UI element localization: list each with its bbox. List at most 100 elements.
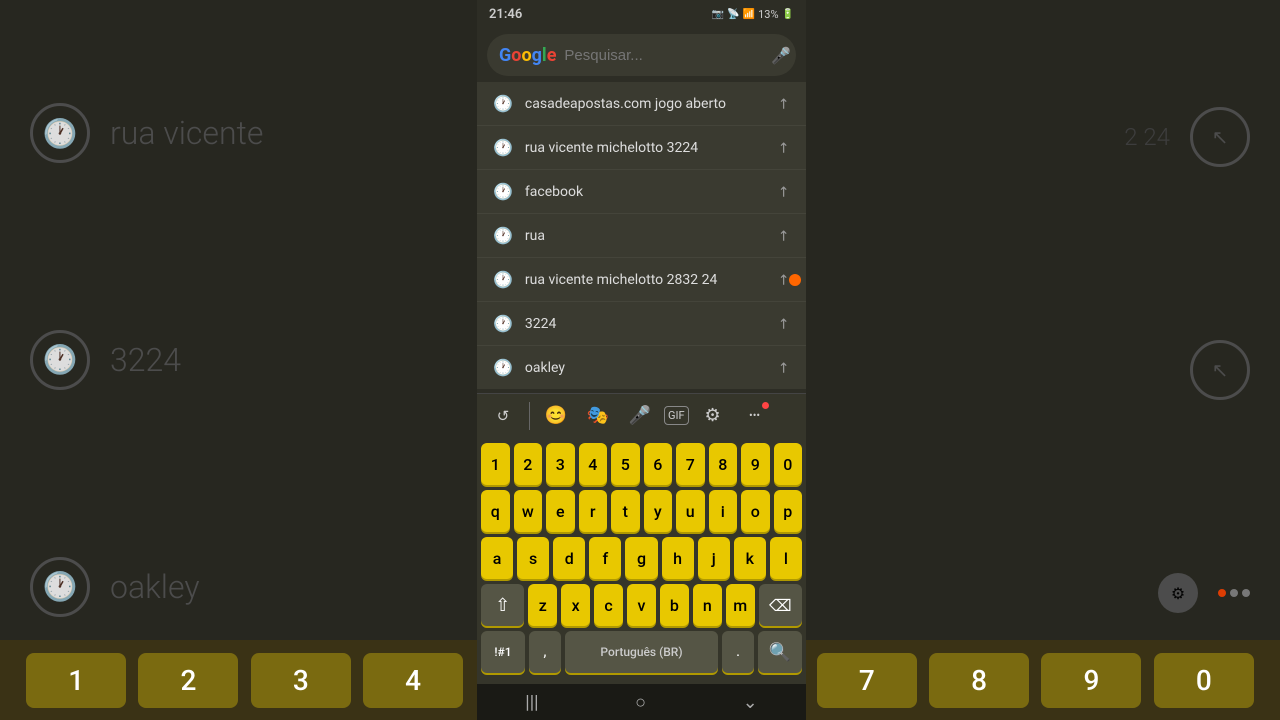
- suggestion-wrapper-5: 🕐 rua vicente michelotto 2832 24 ↗: [477, 258, 806, 302]
- key-n[interactable]: n: [693, 584, 722, 626]
- key-c[interactable]: c: [594, 584, 623, 626]
- key-z[interactable]: z: [528, 584, 557, 626]
- clock-icon-6: 🕐: [493, 314, 513, 333]
- bg-clock-icon-1: 🕐: [30, 103, 90, 163]
- battery-icon: 🔋: [782, 9, 794, 20]
- key-t[interactable]: t: [611, 490, 640, 532]
- key-s[interactable]: s: [517, 537, 549, 579]
- keyboard: 1 2 3 4 5 6 7 8 9 0 q w e r t y u i o p …: [477, 437, 806, 684]
- search-input[interactable]: [564, 47, 763, 64]
- gif-btn[interactable]: GIF: [664, 406, 689, 425]
- suggestion-text-6: 3224: [525, 316, 766, 332]
- toolbar-mic-btn[interactable]: 🎤: [622, 398, 658, 434]
- key-g[interactable]: g: [625, 537, 657, 579]
- keyboard-toolbar: ↺ 😊 🎭 🎤 GIF ⚙ •••: [477, 393, 806, 437]
- clock-icon-2: 🕐: [493, 138, 513, 157]
- key-5[interactable]: 5: [611, 443, 640, 485]
- more-btn[interactable]: •••: [737, 398, 773, 434]
- key-x[interactable]: x: [561, 584, 590, 626]
- bg-key-2: 2: [138, 653, 238, 708]
- suggestion-item-2[interactable]: 🕐 rua vicente michelotto 3224 ↗: [477, 126, 806, 170]
- shift-key[interactable]: ⇧: [481, 584, 524, 626]
- key-6[interactable]: 6: [644, 443, 673, 485]
- key-9[interactable]: 9: [741, 443, 770, 485]
- clock-icon-5: 🕐: [493, 270, 513, 289]
- key-j[interactable]: j: [698, 537, 730, 579]
- mic-icon[interactable]: 🎤: [771, 46, 791, 65]
- nav-back[interactable]: ⌄: [743, 692, 758, 713]
- key-h[interactable]: h: [662, 537, 694, 579]
- key-i[interactable]: i: [709, 490, 738, 532]
- bg-clock-icon-3: 🕐: [30, 557, 90, 617]
- bg-key-4: 4: [363, 653, 463, 708]
- toolbar-divider: [529, 402, 530, 430]
- clock-icon-1: 🕐: [493, 94, 513, 113]
- key-m[interactable]: m: [726, 584, 755, 626]
- search-key[interactable]: 🔍: [758, 631, 802, 673]
- nav-bars[interactable]: |||: [525, 692, 538, 713]
- bg-gear-icon: ⚙: [1158, 573, 1198, 613]
- key-4[interactable]: 4: [579, 443, 608, 485]
- key-f[interactable]: f: [589, 537, 621, 579]
- key-a[interactable]: a: [481, 537, 513, 579]
- bg-text-1: rua vicente: [110, 114, 263, 152]
- suggestion-text-5: rua vicente michelotto 2832 24: [525, 272, 766, 288]
- phone-frame: 21:46 📷 📡 📶 13% 🔋 Google 🎤 🕐 casadeapost…: [477, 0, 806, 720]
- key-3[interactable]: 3: [546, 443, 575, 485]
- suggestion-item-5[interactable]: 🕐 rua vicente michelotto 2832 24 ↗: [477, 258, 806, 302]
- bg-key-7: 7: [817, 653, 917, 708]
- status-bar: 21:46 📷 📡 📶 13% 🔋: [477, 0, 806, 28]
- undo-btn[interactable]: ↺: [485, 398, 521, 434]
- period-key[interactable]: .: [722, 631, 754, 673]
- key-u[interactable]: u: [676, 490, 705, 532]
- special-chars-key[interactable]: !#1: [481, 631, 525, 673]
- arrow-icon-1: ↗: [774, 94, 794, 114]
- key-8[interactable]: 8: [709, 443, 738, 485]
- bg-key-0: 0: [1154, 653, 1254, 708]
- bg-key-8: 8: [929, 653, 1029, 708]
- suggestion-item-6[interactable]: 🕐 3224 ↗: [477, 302, 806, 346]
- key-p[interactable]: p: [774, 490, 803, 532]
- key-1[interactable]: 1: [481, 443, 510, 485]
- key-v[interactable]: v: [627, 584, 656, 626]
- bg-arrow-icon-2: ↖: [1190, 340, 1250, 400]
- suggestion-item-1[interactable]: 🕐 casadeapostas.com jogo aberto ↗: [477, 82, 806, 126]
- arrow-icon-4: ↗: [774, 226, 794, 246]
- google-logo: Google: [499, 45, 556, 66]
- bottom-row: !#1 , Português (BR) . 🔍: [481, 631, 802, 673]
- key-k[interactable]: k: [734, 537, 766, 579]
- battery-text: 13%: [758, 8, 778, 21]
- arrow-icon-2: ↗: [774, 138, 794, 158]
- bg-text-3: oakley: [110, 568, 200, 606]
- key-d[interactable]: d: [553, 537, 585, 579]
- key-l[interactable]: l: [770, 537, 802, 579]
- key-y[interactable]: y: [644, 490, 673, 532]
- emoji-btn[interactable]: 😊: [538, 398, 574, 434]
- camera-icon: 📷: [712, 9, 724, 20]
- search-bar[interactable]: Google 🎤: [487, 34, 796, 76]
- qwerty-row: q w e r t y u i o p: [481, 490, 802, 532]
- suggestions-list: 🕐 casadeapostas.com jogo aberto ↗ 🕐 rua …: [477, 82, 806, 389]
- sticker-btn[interactable]: 🎭: [580, 398, 616, 434]
- backspace-key[interactable]: ⌫: [759, 584, 802, 626]
- settings-btn[interactable]: ⚙: [695, 398, 731, 434]
- suggestion-item-4[interactable]: 🕐 rua ↗: [477, 214, 806, 258]
- key-2[interactable]: 2: [514, 443, 543, 485]
- key-o[interactable]: o: [741, 490, 770, 532]
- key-e[interactable]: e: [546, 490, 575, 532]
- key-q[interactable]: q: [481, 490, 510, 532]
- key-0[interactable]: 0: [774, 443, 803, 485]
- key-b[interactable]: b: [660, 584, 689, 626]
- key-r[interactable]: r: [579, 490, 608, 532]
- bottom-nav: ||| ○ ⌄: [477, 684, 806, 720]
- suggestion-item-7[interactable]: 🕐 oakley ↗: [477, 346, 806, 389]
- key-7[interactable]: 7: [676, 443, 705, 485]
- space-key[interactable]: Português (BR): [565, 631, 718, 673]
- suggestion-text-1: casadeapostas.com jogo aberto: [525, 96, 766, 112]
- bg-text-2: 3224: [110, 341, 181, 379]
- suggestion-item-3[interactable]: 🕐 facebook ↗: [477, 170, 806, 214]
- key-w[interactable]: w: [514, 490, 543, 532]
- nav-home[interactable]: ○: [635, 692, 646, 713]
- comma-key[interactable]: ,: [529, 631, 561, 673]
- suggestion-text-4: rua: [525, 228, 766, 244]
